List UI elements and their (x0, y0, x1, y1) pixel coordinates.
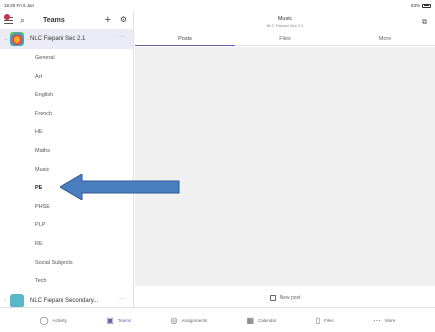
nav-activity[interactable]: ◯ Activity (40, 316, 67, 325)
channel-item-he[interactable]: HE (0, 123, 133, 142)
more-options-icon[interactable]: ··· (119, 34, 125, 40)
teams-header: ⌕ Teams + ⚙ (0, 11, 133, 29)
new-post-label: New post (279, 294, 301, 301)
tab-posts[interactable]: Posts (135, 34, 235, 46)
status-time: 18:20 Fri 6 Jan (4, 3, 35, 8)
bottom-nav: ◯ Activity ▣ Teams ◎ Assignments ▦ Calen… (0, 307, 435, 332)
tab-more[interactable]: More (335, 34, 435, 45)
tab-files[interactable]: Files (235, 34, 335, 45)
channel-item-art[interactable]: Art (0, 68, 133, 87)
compose-icon (269, 294, 276, 301)
posts-feed[interactable] (135, 47, 435, 286)
nav-files[interactable]: ▯ Files (316, 316, 334, 325)
bell-icon: ◯ (39, 315, 49, 325)
plus-icon[interactable]: + (105, 14, 111, 26)
file-icon: ▯ (315, 315, 321, 325)
annotation-arrow (60, 174, 180, 200)
team-name: NLC Fiepani Secondary... (30, 297, 99, 304)
gear-icon[interactable]: ⚙ (120, 15, 127, 24)
team-item-nlc-secondary[interactable]: › NLC Fiepani Secondary... ··· (0, 291, 133, 307)
team-avatar (10, 32, 24, 46)
teams-pane: ⌕ Teams + ⚙ ⌄ NLC Fiepani Sec 2.1 ··· Ge… (0, 11, 134, 307)
channel-list: General Art English French HE Maths Musi… (0, 49, 133, 291)
channel-item-general[interactable]: General (0, 49, 133, 68)
notification-dot (4, 14, 10, 20)
nav-assignments[interactable]: ◎ Assignments (170, 316, 207, 325)
team-item-nlc-sec-2-1[interactable]: ⌄ NLC Fiepani Sec 2.1 ··· (0, 29, 133, 49)
channel-item-social-subjects[interactable]: Social Subjects (0, 254, 133, 273)
more-options-icon[interactable]: ··· (119, 296, 125, 302)
battery-icon (422, 3, 431, 8)
channel-title: Music (277, 16, 293, 22)
more-icon: ⋯ (373, 315, 382, 325)
teams-icon: ▣ (106, 315, 114, 325)
channel-subtitle: NLC Fiepani Sec 2.1 (266, 23, 304, 28)
nav-teams[interactable]: ▣ Teams (106, 316, 131, 325)
battery-indicator: 63% (411, 3, 431, 8)
channel-item-english[interactable]: English (0, 86, 133, 105)
battery-percent: 63% (410, 3, 420, 8)
channel-pane: Music NLC Fiepani Sec 2.1 ⧉ Posts Files … (135, 11, 435, 307)
page-title: Teams (43, 16, 65, 24)
channel-item-plp[interactable]: PLP (0, 216, 133, 235)
channel-item-tech[interactable]: Tech (0, 272, 133, 291)
channel-item-maths[interactable]: Maths (0, 142, 133, 161)
assignments-icon: ◎ (170, 315, 178, 325)
team-avatar (10, 293, 24, 307)
search-icon[interactable]: ⌕ (20, 15, 25, 26)
hamburger-icon[interactable] (4, 14, 14, 24)
channel-item-re[interactable]: RE (0, 235, 133, 254)
channel-tabs: Posts Files More (135, 34, 435, 46)
channel-item-french[interactable]: French (0, 105, 133, 124)
calendar-icon: ▦ (246, 315, 255, 325)
meeting-icon[interactable]: ⧉ (422, 19, 427, 27)
channel-header: Music NLC Fiepani Sec 2.1 ⧉ (135, 11, 435, 34)
status-bar: 18:20 Fri 6 Jan 63% (0, 0, 435, 11)
nav-more[interactable]: ⋯ More (373, 316, 395, 325)
team-name: NLC Fiepani Sec 2.1 (30, 36, 86, 42)
channel-item-phse[interactable]: PHSE (0, 198, 133, 217)
nav-calendar[interactable]: ▦ Calendar (247, 316, 277, 325)
new-post-button[interactable]: New post (135, 288, 435, 307)
